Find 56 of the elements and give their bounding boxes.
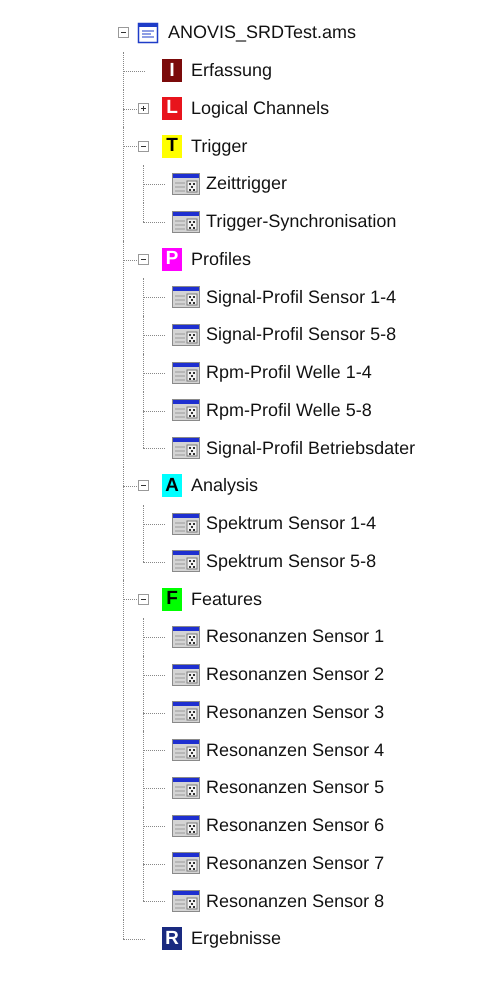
- expand-toggle[interactable]: [138, 102, 148, 114]
- window-icon: [172, 814, 200, 837]
- tree-item-label[interactable]: Signal-Profil Sensor 5-8: [206, 324, 396, 346]
- window-icon: [172, 626, 200, 648]
- window-icon: [172, 852, 200, 874]
- collapse-toggle[interactable]: [138, 480, 148, 492]
- window-icon: [172, 324, 200, 346]
- tree-item-label[interactable]: Rpm-Profil Welle 5-8: [206, 400, 372, 421]
- category-badge: A: [162, 474, 182, 498]
- tree-item-label[interactable]: Rpm-Profil Welle 1-4: [206, 362, 372, 384]
- tree-item-label[interactable]: Erfassung: [191, 60, 272, 82]
- window-icon: [172, 664, 200, 686]
- tree-item-label[interactable]: Resonanzen Sensor 8: [206, 890, 384, 912]
- tree-item-label[interactable]: Resonanzen Sensor 5: [206, 777, 384, 798]
- window-icon: [172, 890, 200, 912]
- tree-item-label[interactable]: Resonanzen Sensor 4: [206, 740, 384, 761]
- category-badge: P: [162, 248, 182, 271]
- tree-item-label[interactable]: Resonanzen Sensor 7: [206, 852, 384, 874]
- tree-item-label[interactable]: Signal-Profil Sensor 1-4: [206, 286, 396, 308]
- tree-item-label[interactable]: Ergebnisse: [191, 928, 282, 950]
- window-icon: [172, 701, 200, 724]
- category-badge: T: [162, 134, 182, 158]
- window-icon: [172, 210, 200, 233]
- window-icon: [172, 739, 200, 762]
- tree-item-label[interactable]: Analysis: [191, 475, 258, 496]
- category-badge: R: [162, 927, 182, 950]
- tree-item-label[interactable]: Trigger: [191, 136, 248, 157]
- tree-item-label[interactable]: Zeittrigger: [206, 173, 288, 194]
- document-icon: [137, 22, 159, 44]
- tree-item-label[interactable]: Spektrum Sensor 5-8: [206, 550, 376, 572]
- window-icon: [172, 776, 200, 799]
- category-badge: L: [162, 96, 182, 120]
- window-icon: [172, 550, 200, 572]
- window-icon: [172, 172, 200, 195]
- tree-item-label[interactable]: Trigger-Synchronisation: [206, 211, 396, 232]
- tree-item-label[interactable]: ANOVIS_SRDTest.ams: [168, 22, 356, 44]
- category-badge: F: [162, 588, 182, 611]
- window-icon: [172, 437, 200, 460]
- collapse-toggle[interactable]: [138, 140, 148, 152]
- tree-item-label[interactable]: Spektrum Sensor 1-4: [206, 513, 376, 534]
- tree-item-label[interactable]: Features: [191, 588, 262, 610]
- tree-item-label[interactable]: Resonanzen Sensor 3: [206, 702, 384, 723]
- window-icon: [172, 512, 200, 535]
- window-icon: [172, 399, 200, 422]
- window-icon: [172, 286, 200, 308]
- tree-item-label[interactable]: Resonanzen Sensor 6: [206, 815, 384, 836]
- collapse-toggle[interactable]: [118, 27, 128, 38]
- collapse-toggle[interactable]: [138, 594, 148, 605]
- tree-item-label[interactable]: Profiles: [191, 248, 252, 270]
- tree-item-label[interactable]: Resonanzen Sensor 2: [206, 664, 384, 686]
- tree-item-label[interactable]: Resonanzen Sensor 1: [206, 626, 384, 648]
- window-icon: [172, 362, 200, 384]
- category-badge: I: [162, 59, 182, 82]
- collapse-toggle[interactable]: [138, 254, 148, 265]
- tree-item-label[interactable]: Logical Channels: [191, 98, 330, 119]
- tree-item-label[interactable]: Signal-Profil Betriebsdater: [206, 438, 416, 459]
